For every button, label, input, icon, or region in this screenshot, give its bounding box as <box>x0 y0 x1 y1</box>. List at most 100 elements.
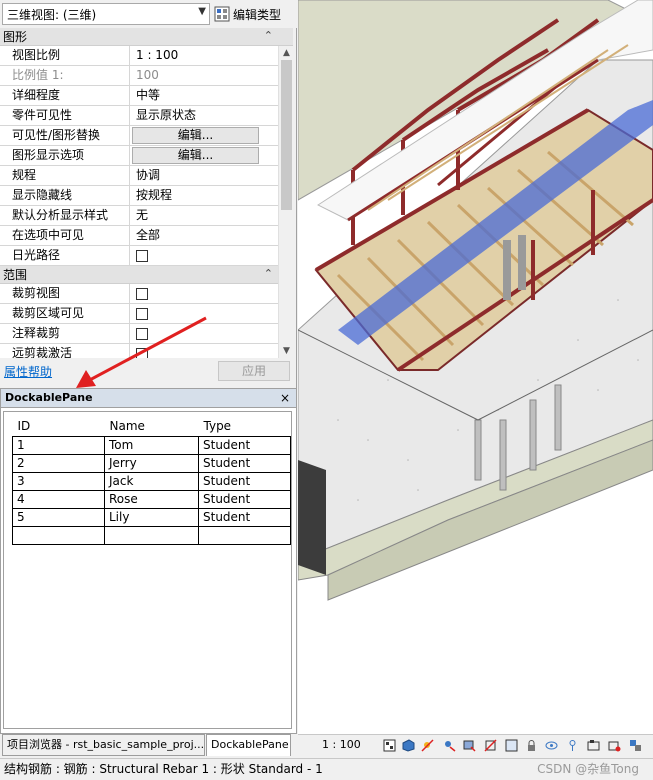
close-icon[interactable]: × <box>280 389 290 407</box>
prop-row[interactable]: 视图比例 1 : 100 <box>0 46 293 66</box>
prop-key: 可见性/图形替换 <box>0 126 130 145</box>
group-extents[interactable]: 范围 ⌃ <box>0 266 293 284</box>
group-graphics[interactable]: 图形 ⌃ <box>0 28 293 46</box>
prop-row[interactable]: 默认分析显示样式无 <box>0 206 293 226</box>
prop-key: 视图比例 <box>0 46 130 65</box>
table-row[interactable]: 5 Lily Student <box>12 508 291 527</box>
table-row[interactable]: 3 Jack Student <box>12 472 291 491</box>
cell[interactable]: 2 <box>12 454 105 473</box>
prop-key: 详细程度 <box>0 86 130 105</box>
tab-dockable-pane[interactable]: DockablePane <box>206 734 291 756</box>
prop-value-cell: 编辑... <box>130 126 293 145</box>
type-selector-bar: 三维视图: (三维) ▼ 编辑类型 <box>0 0 297 28</box>
table-row[interactable]: 1 Tom Student <box>12 436 291 455</box>
cell[interactable]: Student <box>198 490 291 509</box>
type-selector[interactable]: 三维视图: (三维) ▼ <box>2 3 210 25</box>
pane-title: DockablePane <box>5 391 93 404</box>
student-table: ID Name Type 1 Tom Student 2 Jerry Student 3… <box>12 416 291 545</box>
view-control-bar: 1 : 100 <box>298 734 653 758</box>
prop-row[interactable]: 零件可见性 显示原状态 <box>0 106 293 126</box>
edit-type-label: 编辑类型 <box>233 7 282 22</box>
cell[interactable] <box>198 526 291 545</box>
cell[interactable] <box>12 526 105 545</box>
sun-path-checkbox[interactable] <box>136 250 148 262</box>
cell[interactable]: 1 <box>12 436 105 455</box>
reveal-hidden-icon[interactable] <box>566 739 579 752</box>
prop-value[interactable]: 显示原状态 <box>130 106 293 125</box>
prop-value[interactable]: 按规程 <box>130 186 293 205</box>
scroll-down-icon[interactable]: ▼ <box>279 344 294 358</box>
col-header-id[interactable]: ID <box>12 416 105 437</box>
prop-value[interactable]: 全部 <box>130 226 293 245</box>
annotation-arrow <box>76 316 207 388</box>
visual-style-icon[interactable] <box>402 739 415 752</box>
prop-key: 规程 <box>0 166 130 185</box>
cell[interactable] <box>104 526 199 545</box>
prop-row[interactable]: 显示隐藏线 按规程 <box>0 186 293 206</box>
analytical-model-icon[interactable] <box>608 739 621 752</box>
collapse-icon[interactable]: ⌃ <box>264 29 273 42</box>
chevron-down-icon: ▼ <box>198 6 206 17</box>
cell[interactable]: Student <box>198 472 291 491</box>
table-header-row: ID Name Type <box>12 416 291 437</box>
show-crop-icon[interactable] <box>505 739 518 752</box>
prop-value[interactable]: 中等 <box>130 86 293 105</box>
cell[interactable]: Jack <box>104 472 199 491</box>
render-icon[interactable] <box>463 739 476 752</box>
dockable-pane: DockablePane × ID Name Type 1 Tom Student … <box>0 388 297 734</box>
prop-row: 日光路径 <box>0 246 293 266</box>
cell[interactable]: Student <box>198 454 291 473</box>
properties-scrollbar[interactable]: ▲ ▼ <box>278 46 293 358</box>
prop-value[interactable]: 1 : 100 <box>130 46 293 65</box>
prop-key: 比例值 1: <box>0 66 130 85</box>
3d-viewport[interactable] <box>297 0 653 734</box>
edit-graphics-button[interactable]: 编辑... <box>132 147 259 164</box>
group-title: 范围 <box>3 268 28 282</box>
edit-type-icon <box>214 6 230 22</box>
view-scale[interactable]: 1 : 100 <box>322 738 361 751</box>
prop-row: 可见性/图形替换 编辑... <box>0 126 293 146</box>
scroll-thumb[interactable] <box>281 60 292 210</box>
shadows-icon[interactable] <box>443 739 456 752</box>
cell[interactable]: 3 <box>12 472 105 491</box>
prop-row[interactable]: 规程 协调 <box>0 166 293 186</box>
table-row[interactable]: 4 Rose Student <box>12 490 291 509</box>
sun-path-icon[interactable] <box>421 739 434 752</box>
properties-help-link[interactable]: 属性帮助 <box>4 363 52 380</box>
edit-type-button[interactable]: 编辑类型 <box>214 4 281 24</box>
tab-project-browser[interactable]: 项目浏览器 - rst_basic_sample_proj... <box>2 734 205 756</box>
cell[interactable]: Tom <box>104 436 199 455</box>
prop-row: 图形显示选项 编辑... <box>0 146 293 166</box>
cell[interactable]: Rose <box>104 490 199 509</box>
crop-view-icon[interactable] <box>484 739 497 752</box>
lock-3d-icon[interactable] <box>525 739 538 752</box>
apply-button[interactable]: 应用 <box>218 361 290 381</box>
collapse-icon[interactable]: ⌃ <box>264 267 273 280</box>
cell[interactable]: 4 <box>12 490 105 509</box>
cell[interactable]: Student <box>198 508 291 527</box>
crop-view-checkbox[interactable] <box>136 288 148 300</box>
scroll-up-icon[interactable]: ▲ <box>279 46 294 60</box>
cell[interactable]: Jerry <box>104 454 199 473</box>
highlight-displacement-icon[interactable] <box>629 739 642 752</box>
table-row[interactable]: 2 Jerry Student <box>12 454 291 473</box>
temp-view-props-icon[interactable] <box>587 739 600 752</box>
col-header-type[interactable]: Type <box>198 416 291 437</box>
prop-key: 在选项中可见 <box>0 226 130 245</box>
edit-vg-button[interactable]: 编辑... <box>132 127 259 144</box>
table-row-new[interactable] <box>12 526 291 545</box>
revit-window: 三维视图: (三维) ▼ 编辑类型 图形 ⌃ 视图比例 1 : 100 比例值 … <box>0 0 653 780</box>
col-header-name[interactable]: Name <box>104 416 199 437</box>
panel-tabs: 项目浏览器 - rst_basic_sample_proj... Dockabl… <box>0 734 297 758</box>
prop-row: 比例值 1: 100 <box>0 66 293 86</box>
prop-value[interactable]: 协调 <box>130 166 293 185</box>
pane-header[interactable]: DockablePane × <box>1 389 296 408</box>
prop-row[interactable]: 详细程度 中等 <box>0 86 293 106</box>
temp-hide-icon[interactable] <box>545 739 558 752</box>
detail-level-icon[interactable] <box>383 739 396 752</box>
cell[interactable]: 5 <box>12 508 105 527</box>
cell[interactable]: Lily <box>104 508 199 527</box>
prop-value[interactable]: 无 <box>130 206 293 225</box>
cell[interactable]: Student <box>198 436 291 455</box>
prop-row[interactable]: 在选项中可见 全部 <box>0 226 293 246</box>
